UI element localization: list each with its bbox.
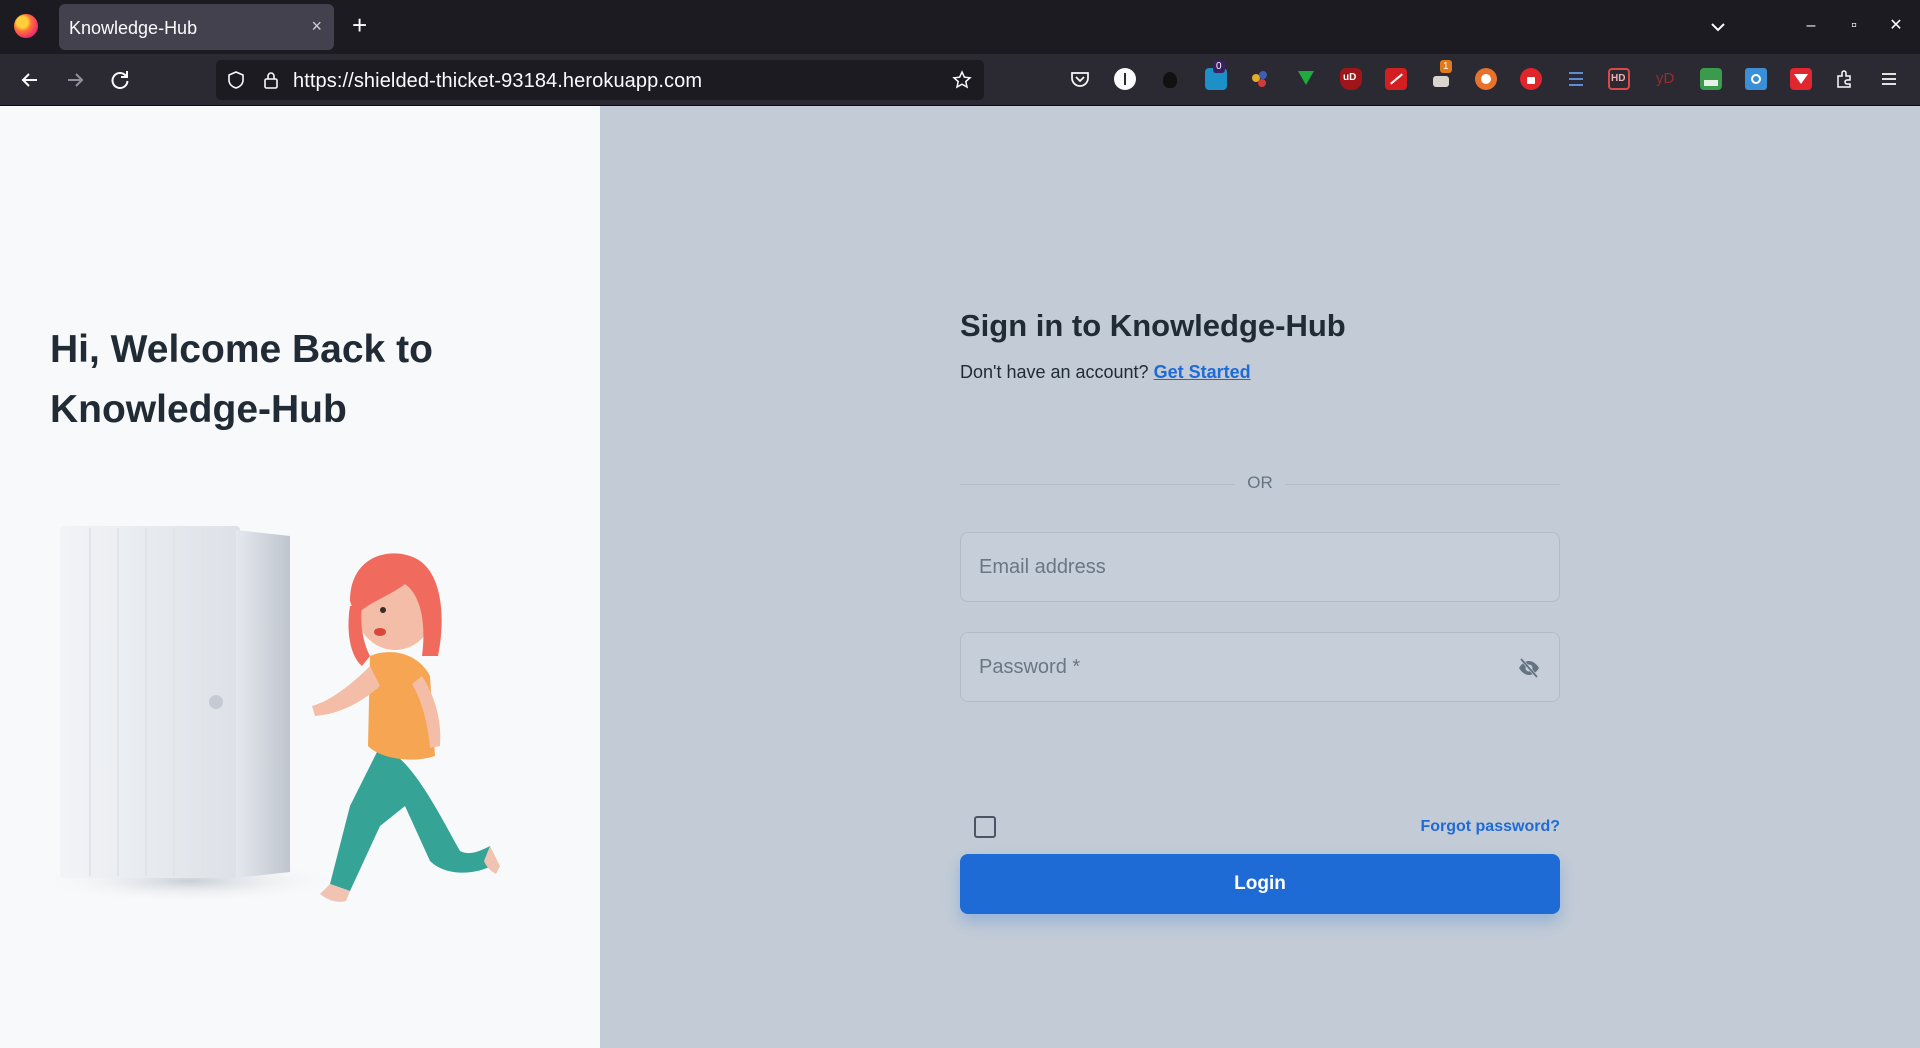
- forgot-password-link[interactable]: Forgot password?: [1420, 818, 1560, 836]
- lock-icon[interactable]: [261, 70, 281, 90]
- minimize-button[interactable]: –: [1799, 14, 1823, 38]
- browser-tab[interactable]: Knowledge-Hub ×: [59, 4, 334, 50]
- duckduckgo-icon[interactable]: [1475, 68, 1497, 90]
- red-lock-extension-icon[interactable]: [1520, 68, 1542, 90]
- address-bar[interactable]: https://shielded-thicket-93184.herokuapp…: [216, 60, 984, 100]
- camera-extension-icon[interactable]: [1745, 68, 1767, 90]
- info-extension-icon[interactable]: [1114, 68, 1136, 90]
- close-window-button[interactable]: ✕: [1884, 14, 1908, 38]
- image-extension-icon[interactable]: [1700, 68, 1722, 90]
- tab-title: Knowledge-Hub: [69, 18, 198, 38]
- email-input[interactable]: [961, 533, 1559, 601]
- new-tab-button[interactable]: +: [352, 12, 367, 38]
- list-extension-icon[interactable]: [1565, 68, 1587, 90]
- hand-extension-icon[interactable]: 1: [1430, 60, 1452, 90]
- welcome-heading-line2: Knowledge-Hub: [50, 388, 347, 431]
- navigation-toolbar: https://shielded-thicket-93184.herokuapp…: [0, 54, 1920, 106]
- gnome-extension-icon[interactable]: [1159, 68, 1181, 90]
- signin-form: Sign in to Knowledge-Hub Don't have an a…: [960, 306, 1560, 914]
- save-download-extension-icon[interactable]: [1790, 68, 1812, 90]
- door-running-girl-illustration: [50, 526, 500, 903]
- forward-arrow-icon[interactable]: [62, 67, 88, 93]
- welcome-heading: Hi, Welcome Back to Knowledge-Hub: [50, 320, 570, 440]
- login-button[interactable]: Login: [960, 854, 1560, 914]
- eye-off-icon[interactable]: [1517, 656, 1541, 680]
- remember-me-checkbox[interactable]: [974, 816, 996, 838]
- welcome-panel: Hi, Welcome Back to Knowledge-Hub: [0, 106, 600, 1048]
- password-field[interactable]: [960, 632, 1560, 702]
- back-arrow-icon[interactable]: [17, 67, 43, 93]
- email-field[interactable]: [960, 532, 1560, 602]
- magic-wand-extension-icon[interactable]: [1385, 68, 1407, 90]
- tab-strip: Knowledge-Hub × + – ▫ ✕: [0, 0, 1920, 54]
- download-arrow-icon[interactable]: [1295, 68, 1317, 90]
- get-started-link[interactable]: Get Started: [1154, 362, 1251, 382]
- bookmark-star-icon[interactable]: [952, 70, 972, 90]
- pocket-icon[interactable]: [1069, 68, 1091, 90]
- hamburger-menu-icon[interactable]: [1878, 68, 1900, 90]
- extension-badge: 0: [1213, 60, 1225, 73]
- reload-icon[interactable]: [107, 67, 133, 93]
- signup-prompt: Don't have an account? Get Started: [960, 362, 1560, 383]
- page-content: Hi, Welcome Back to Knowledge-Hub Sign i…: [0, 106, 1920, 1048]
- ublock-icon[interactable]: uD: [1340, 68, 1362, 90]
- counter-extension-icon[interactable]: 0: [1205, 60, 1227, 90]
- firefox-logo-icon[interactable]: [14, 14, 38, 38]
- shield-icon[interactable]: [226, 70, 246, 90]
- extension-badge: 1: [1440, 60, 1452, 73]
- signin-title: Sign in to Knowledge-Hub: [960, 308, 1346, 343]
- divider-or-text: OR: [1247, 473, 1273, 492]
- signin-panel: Sign in to Knowledge-Hub Don't have an a…: [600, 106, 1920, 1048]
- hd-extension-icon[interactable]: HD: [1608, 68, 1630, 90]
- maximize-button[interactable]: ▫: [1842, 14, 1866, 38]
- or-divider: OR: [960, 472, 1560, 496]
- welcome-heading-line1: Hi, Welcome Back to: [50, 328, 433, 371]
- no-account-text: Don't have an account?: [960, 362, 1149, 382]
- password-input[interactable]: [961, 633, 1559, 701]
- extensions-puzzle-icon[interactable]: [1834, 68, 1856, 90]
- tab-close-icon[interactable]: ×: [311, 16, 322, 36]
- url-text: https://shielded-thicket-93184.herokuapp…: [293, 70, 703, 92]
- color-dots-extension-icon[interactable]: [1250, 68, 1272, 90]
- yd-extension-icon[interactable]: yD: [1655, 68, 1677, 90]
- chevron-down-icon[interactable]: [1709, 18, 1727, 36]
